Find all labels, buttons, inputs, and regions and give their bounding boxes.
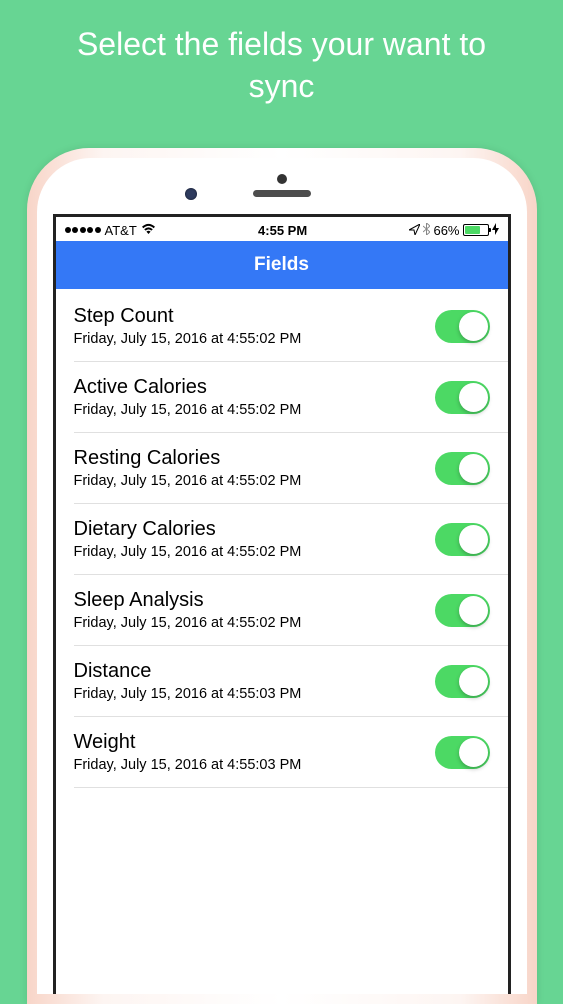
fields-list: Step Count Friday, July 15, 2016 at 4:55… <box>56 289 508 788</box>
toggle-switch[interactable] <box>435 523 490 556</box>
field-subtitle: Friday, July 15, 2016 at 4:55:02 PM <box>74 402 435 418</box>
list-item[interactable]: Sleep Analysis Friday, July 15, 2016 at … <box>74 575 508 646</box>
toggle-switch[interactable] <box>435 310 490 343</box>
list-item[interactable]: Active Calories Friday, July 15, 2016 at… <box>74 362 508 433</box>
field-title: Dietary Calories <box>74 518 435 541</box>
toggle-switch[interactable] <box>435 381 490 414</box>
field-title: Weight <box>74 731 435 754</box>
bluetooth-icon <box>423 223 430 238</box>
list-item[interactable]: Weight Friday, July 15, 2016 at 4:55:03 … <box>74 717 508 788</box>
field-subtitle: Friday, July 15, 2016 at 4:55:03 PM <box>74 686 435 702</box>
status-left: AT&T <box>65 222 156 238</box>
battery-pct-label: 66% <box>433 223 459 238</box>
earpiece-speaker <box>253 190 311 197</box>
field-subtitle: Friday, July 15, 2016 at 4:55:03 PM <box>74 757 435 773</box>
field-title: Sleep Analysis <box>74 589 435 612</box>
field-title: Step Count <box>74 305 435 328</box>
nav-bar: Fields <box>56 241 508 289</box>
toggle-switch[interactable] <box>435 736 490 769</box>
field-title: Resting Calories <box>74 447 435 470</box>
toggle-switch[interactable] <box>435 452 490 485</box>
proximity-sensor <box>277 174 287 184</box>
field-subtitle: Friday, July 15, 2016 at 4:55:02 PM <box>74 544 435 560</box>
status-bar: AT&T 4:55 PM 66% <box>56 217 508 241</box>
field-subtitle: Friday, July 15, 2016 at 4:55:02 PM <box>74 331 435 347</box>
list-item[interactable]: Step Count Friday, July 15, 2016 at 4:55… <box>74 289 508 362</box>
clock-label: 4:55 PM <box>258 223 307 238</box>
phone-bezel: AT&T 4:55 PM 66% <box>37 158 527 994</box>
list-item[interactable]: Resting Calories Friday, July 15, 2016 a… <box>74 433 508 504</box>
phone-screen: AT&T 4:55 PM 66% <box>53 214 511 994</box>
list-item[interactable]: Dietary Calories Friday, July 15, 2016 a… <box>74 504 508 575</box>
carrier-label: AT&T <box>105 223 137 238</box>
phone-frame: AT&T 4:55 PM 66% <box>27 148 537 1004</box>
signal-strength-icon <box>65 227 101 233</box>
wifi-icon <box>141 222 156 238</box>
promo-headline: Select the fields your want to sync <box>0 0 563 107</box>
location-icon <box>409 223 420 238</box>
toggle-switch[interactable] <box>435 594 490 627</box>
status-right: 66% <box>409 223 498 238</box>
field-title: Active Calories <box>74 376 435 399</box>
battery-icon <box>463 224 489 236</box>
field-title: Distance <box>74 660 435 683</box>
toggle-switch[interactable] <box>435 665 490 698</box>
field-subtitle: Friday, July 15, 2016 at 4:55:02 PM <box>74 473 435 489</box>
field-subtitle: Friday, July 15, 2016 at 4:55:02 PM <box>74 615 435 631</box>
list-item[interactable]: Distance Friday, July 15, 2016 at 4:55:0… <box>74 646 508 717</box>
front-camera <box>185 188 197 200</box>
charging-icon <box>492 223 499 238</box>
nav-title: Fields <box>254 254 309 275</box>
